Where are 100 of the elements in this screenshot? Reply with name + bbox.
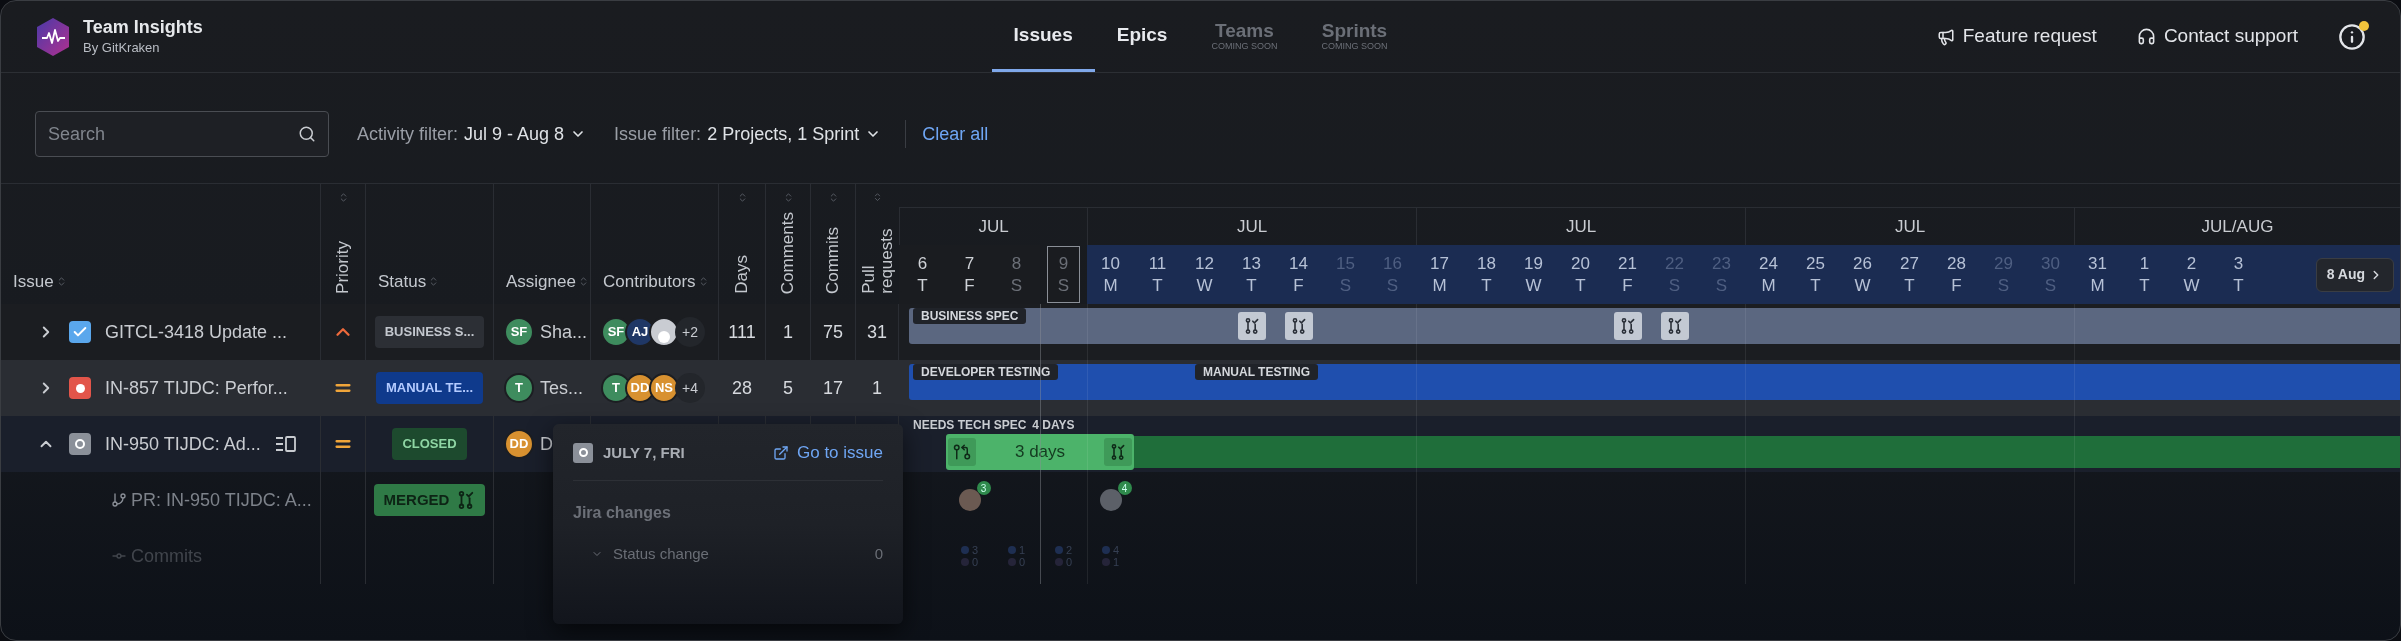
day-cell: 13 T: [1228, 245, 1275, 304]
pull-requests-value: 1: [872, 376, 882, 400]
search-input[interactable]: Search: [48, 120, 298, 148]
search-box[interactable]: Search: [35, 111, 329, 157]
merged-marker[interactable]: [1237, 312, 1266, 340]
days-value: 28: [732, 376, 752, 400]
day-cell: 31 M: [2074, 245, 2121, 304]
day-cell: 25 T: [1792, 245, 1839, 304]
timeline-bar[interactable]: [909, 308, 2400, 344]
assignee-name: D: [540, 432, 553, 456]
feature-request-link[interactable]: Feature request: [1936, 22, 2097, 51]
day-cell: 2 W: [2168, 245, 2215, 304]
contributor-avatar[interactable]: [958, 489, 981, 511]
app-subtitle: By GitKraken: [83, 39, 161, 57]
merged-pr-icon: [1290, 317, 1307, 335]
day-cell: 21 F: [1604, 245, 1651, 304]
month-label: JUL: [1894, 215, 1926, 238]
jump-date-button[interactable]: 8 Aug: [2315, 257, 2394, 292]
pull-requests-value: 31: [867, 320, 887, 344]
merged-pr-icon: [1619, 317, 1636, 335]
list-panel-icon[interactable]: [274, 435, 297, 453]
app-title: Team Insights: [83, 15, 203, 38]
assignee-name: Sha...: [540, 320, 588, 344]
issue-title[interactable]: GITCL-3418 Update ...: [105, 318, 288, 346]
progress-segment[interactable]: 3 days: [946, 434, 1134, 470]
pull-request-icon: [953, 443, 971, 461]
external-link-icon: [773, 444, 789, 461]
merged-pr-icon: [1243, 317, 1260, 335]
day-cell: 14 F: [1275, 245, 1322, 304]
clear-all-link[interactable]: Clear all: [922, 120, 989, 148]
status-badge: MANUAL TE...: [375, 372, 484, 404]
phase-label: BUSINESS SPEC: [913, 308, 1027, 324]
more-contributors-count[interactable]: +4: [675, 373, 705, 403]
section-title: Jira changes: [573, 502, 672, 523]
issue-title[interactable]: IN-950 TIJDC: Ad...: [105, 430, 261, 458]
contact-support-link[interactable]: Contact support: [2136, 22, 2298, 51]
pull-request-title[interactable]: PR: IN-950 TIJDC: A...: [131, 486, 312, 514]
assignee-name: Tes...: [540, 376, 583, 400]
go-to-issue-link[interactable]: Go to issue: [773, 440, 883, 466]
day-cell: 19 W: [1510, 245, 1557, 304]
nav-tab[interactable]: Issues: [991, 1, 1095, 72]
day-cell: 3 T: [2215, 245, 2262, 304]
status-badge: BUSINESS S...: [374, 316, 485, 348]
day-cell: 1 T: [2121, 245, 2168, 304]
merged-pr-icon: [1110, 443, 1126, 461]
issue-row[interactable]: IN-857 TIJDC: Perfor... MANUAL TE... T Tes... T DD NS +4 28 5 17 1: [1, 360, 899, 416]
column-header: Assignee: [506, 270, 576, 293]
issue-filter-dropdown[interactable]: Issue filter: 2 Projects, 1 Sprint: [614, 120, 882, 148]
phase-label: MANUAL TESTING: [1195, 364, 1319, 380]
column-header: Comments: [779, 211, 797, 294]
comments-value: 5: [783, 376, 793, 400]
avatar: DD: [504, 429, 534, 459]
popover-date: JULY 7, FRI: [603, 442, 685, 463]
day-cell: 20 T: [1557, 245, 1604, 304]
day-cell: 12 W: [1181, 245, 1228, 304]
info-icon[interactable]: [2338, 22, 2366, 51]
day-cell: 10 M: [1087, 245, 1134, 304]
merged-marker[interactable]: [1104, 438, 1132, 466]
merged-pr-icon: [1666, 317, 1683, 335]
column-header: Days: [733, 255, 751, 294]
more-contributors-count[interactable]: +2: [675, 317, 705, 347]
nav-tab[interactable]: Epics: [1094, 1, 1190, 72]
column-header: Priority: [334, 241, 352, 294]
logo-icon: [35, 16, 71, 57]
merged-marker[interactable]: [1284, 312, 1313, 340]
branch-icon: [111, 492, 127, 508]
commits-value: 17: [823, 376, 843, 400]
month-label: JUL: [978, 215, 1009, 238]
change-count: 0: [874, 543, 883, 564]
contributor-avatar[interactable]: [1099, 489, 1122, 511]
day-cell: 24 M: [1745, 245, 1792, 304]
column-header: Pull requests: [859, 227, 896, 294]
column-header: Status: [378, 270, 427, 293]
pull-request-marker[interactable]: [948, 438, 976, 466]
phase-label: DEVELOPER TESTING: [913, 364, 1059, 380]
count-badge: 3: [976, 481, 991, 495]
day-cell: 11 T: [1134, 245, 1181, 304]
month-label: JUL: [1565, 215, 1597, 238]
column-header: Commits: [824, 226, 842, 294]
phase-caption: NEEDS TECH SPEC: [913, 417, 1027, 434]
search-icon: [298, 125, 316, 143]
status-badge: CLOSED: [392, 428, 467, 460]
month-label: JUL/AUG: [2201, 215, 2274, 238]
day-cell: 17 M: [1416, 245, 1463, 304]
avatar: T: [504, 373, 534, 403]
days-value: 111: [728, 320, 756, 344]
day-cell: 26 W: [1839, 245, 1886, 304]
merged-marker[interactable]: [1660, 312, 1689, 340]
sort-icon[interactable]: [872, 192, 883, 203]
merged-marker[interactable]: [1613, 312, 1642, 340]
issue-title[interactable]: IN-857 TIJDC: Perfor...: [105, 374, 288, 402]
day-cell: 18 T: [1463, 245, 1510, 304]
commit-count: 3: [971, 544, 979, 556]
day-cell: 9 S: [1047, 246, 1080, 303]
month-label: JUL: [1236, 215, 1268, 238]
megaphone-icon: [1936, 27, 1955, 46]
phase-duration: 4 DAYS: [1032, 417, 1075, 434]
day-cell: 28 F: [1933, 245, 1980, 304]
issue-row[interactable]: GITCL-3418 Update ... BUSINESS S... SF Sha... SF AJ +2 111 1 75 31: [1, 304, 899, 360]
activity-filter-dropdown[interactable]: Activity filter: Jul 9 - Aug 8: [357, 120, 587, 148]
